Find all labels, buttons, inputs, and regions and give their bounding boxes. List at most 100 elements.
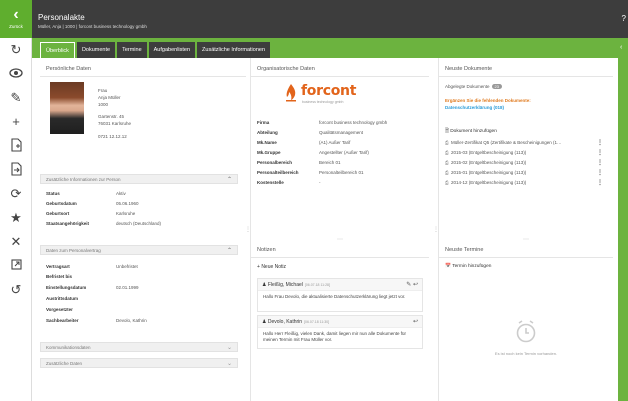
reply-icon[interactable]: ↩	[413, 319, 418, 325]
reply-icon[interactable]: ↩	[413, 282, 418, 288]
document-count-label: Abgelegte Dokumente	[445, 84, 490, 89]
accordion-title: Zusätzliche Informationen zur Person	[46, 177, 121, 182]
field-label: Befristet bis	[46, 274, 73, 279]
tab-termine[interactable]: Termine	[117, 42, 147, 58]
field-label: Vertragsart	[46, 264, 70, 269]
more-vertical-icon[interactable]: ⋮	[597, 159, 603, 166]
help-button[interactable]: ?	[622, 14, 626, 23]
more-vertical-icon[interactable]: ⋮	[597, 139, 603, 146]
document-item[interactable]: ⎙ 2014-12 (Entgeltbescheinigung (113)) ⋮	[445, 179, 603, 186]
star-icon[interactable]: ★	[8, 210, 24, 226]
document-item[interactable]: ⎙ Müller-Zertifikat Q5 (Zertifikate & Bes…	[445, 139, 603, 146]
accordion-title: Kommunikationsdaten	[46, 345, 91, 350]
add-appointment-label: Termin hinzufügen	[452, 264, 492, 269]
back-button[interactable]: ‹ Zurück	[0, 0, 32, 38]
column-resize-handle[interactable]: ⋮	[245, 226, 251, 233]
field-label: Mk.Gruppe	[257, 150, 281, 155]
documents-panel: Neuste Dokumente Abgelegte Dokumente 23 E…	[438, 58, 613, 401]
page-subtitle: Müller, Anja | 1000 | forcont business t…	[38, 24, 147, 29]
document-export-icon[interactable]	[8, 162, 24, 178]
divider	[439, 257, 613, 258]
back-label: Zurück	[9, 24, 23, 29]
accordion-zusatz-info[interactable]: Zusätzliche Informationen zur Person ⌃	[40, 174, 238, 184]
field-label: Einstellungsdatum	[46, 285, 87, 290]
note-author: ♟ Fleißig, Michael [06.07.18 11:28]	[262, 282, 330, 288]
document-item[interactable]: ⎙ 2015-02 (Entgeltbescheinigung (113)) ⋮	[445, 159, 603, 166]
document-name: Müller-Zertifikat Q5 (Zertifikate & Besc…	[451, 140, 562, 145]
tab-aufgabenlisten[interactable]: Aufgabenlisten	[148, 42, 196, 58]
add-icon[interactable]: +	[8, 114, 24, 130]
edit-icon[interactable]: ✎	[8, 90, 24, 106]
document-name: 2015-03 (Entgeltbescheinigung (113))	[451, 150, 527, 155]
author-name: Devolo, Kathrin	[267, 319, 303, 325]
accordion-title: Zusätzliche Daten	[46, 361, 83, 366]
phone: 0721 12.12.12	[98, 134, 127, 139]
chevron-up-icon: ⌃	[226, 248, 232, 254]
chevron-left-icon[interactable]: ‹	[620, 44, 622, 51]
field-value: 02.01.1999	[116, 285, 139, 290]
note-text: Hallo Herr Fleißig, vielen Dank, damit l…	[263, 331, 407, 342]
refresh-icon[interactable]: ↻	[8, 42, 24, 58]
field-label: Austrittsdatum	[46, 296, 79, 301]
pane-resize-handle[interactable]: ⋯	[337, 236, 343, 243]
field-value: Aktiv	[116, 191, 126, 196]
field-label: Abteilung	[257, 130, 278, 135]
open-external-icon[interactable]	[8, 258, 24, 274]
note-header: ♟ Fleißig, Michael [06.07.18 11:28] ✎ ↩	[258, 279, 422, 291]
new-note-button[interactable]: + Neue Notiz	[257, 264, 286, 270]
alarm-clock-icon	[516, 320, 536, 343]
accordion-kommunikation[interactable]: Kommunikationsdaten ⌄	[40, 342, 238, 352]
logo-text: forcont	[301, 83, 357, 99]
add-appointment-button[interactable]: 📅 Termin hinzufügen	[445, 264, 491, 269]
note-actions: ✎ ↩	[406, 281, 418, 288]
document-count[interactable]: Abgelegte Dokumente 23	[445, 84, 502, 89]
note-date: [06.07.18 11:28]	[304, 283, 330, 287]
more-vertical-icon[interactable]: ⋮	[597, 179, 603, 186]
pane-resize-handle[interactable]: ⋯	[523, 236, 529, 243]
field-label: Mk.Name	[257, 140, 277, 145]
workflow-icon[interactable]: ⟳	[8, 186, 24, 202]
add-document-button[interactable]: 🗎 Dokument hinzufügen	[445, 128, 497, 136]
tab-zusaetzliche-informationen[interactable]: Zusätzliche Informationen	[197, 42, 271, 58]
note-date: [06.07.18 11:30]	[304, 320, 330, 324]
accordion-personalvertrag[interactable]: Daten zum Personalvertrag ⌃	[40, 245, 238, 255]
document-item[interactable]: ⎙ 2015-01 (Entgeltbescheinigung (113)) ⋮	[445, 169, 603, 176]
document-name: 2014-12 (Entgeltbescheinigung (113))	[451, 180, 527, 185]
document-add-icon[interactable]	[8, 138, 24, 154]
chevron-left-icon: ‹	[13, 6, 19, 23]
edit-icon[interactable]: ✎	[406, 282, 411, 288]
field-label: Sachbearbeiter	[46, 318, 79, 323]
right-panel-strip[interactable]: ‹	[618, 38, 628, 401]
view-icon[interactable]	[8, 66, 24, 82]
field-value: Karlsruhe	[116, 211, 136, 216]
add-document-label: Dokument hinzufügen	[450, 129, 497, 134]
note-card: ♟ Devolo, Kathrin [06.07.18 11:30] ↩ Hall…	[257, 315, 423, 349]
more-vertical-icon[interactable]: ⋮	[597, 149, 603, 156]
document-name: 2015-01 (Entgeltbescheinigung (113))	[451, 170, 527, 175]
new-note-label: Neue Notiz	[261, 264, 287, 270]
document-item[interactable]: ⎙ 2015-03 (Entgeltbescheinigung (113)) ⋮	[445, 149, 603, 156]
accordion-title: Daten zum Personalvertrag	[46, 248, 101, 253]
documents-title: Neuste Dokumente	[445, 66, 493, 72]
history-icon[interactable]: ↺	[8, 282, 24, 298]
note-text: Hallo Frau Devolo, die aktualisierte Dat…	[263, 294, 406, 299]
person-photo	[50, 82, 84, 134]
personal-data-title: Persönliche Daten	[46, 66, 91, 72]
document-name: 2015-02 (Entgeltbescheinigung (113))	[451, 160, 527, 165]
more-vertical-icon[interactable]: ⋮	[597, 169, 603, 176]
field-label: Geburtsort	[46, 211, 70, 216]
flame-icon	[286, 84, 296, 102]
tab-ueberblick[interactable]: Überblick	[40, 42, 75, 58]
tab-dokumente[interactable]: Dokumente	[76, 42, 116, 58]
note-actions: ↩	[413, 318, 418, 325]
missing-document-link[interactable]: Datenschutzerklärung (018)	[445, 105, 504, 110]
field-value: deutsch (Deutschland)	[116, 221, 162, 226]
accordion-zusaetzliche-daten[interactable]: Zusätzliche Daten ⌄	[40, 358, 238, 368]
close-icon[interactable]: ✕	[8, 234, 24, 250]
column-resize-handle[interactable]: ⋮	[433, 226, 439, 233]
missing-documents-warning: Ergänzen Sie die fehlenden Dokumente:	[445, 98, 531, 103]
sidebar: ↻ ✎ + ⟳ ★ ✕ ↺	[0, 38, 32, 401]
city: 76031 Karlsruhe	[98, 121, 132, 126]
page-title: Personalakte	[38, 13, 85, 22]
company-logo: forcont business technology gmbh	[285, 82, 365, 108]
